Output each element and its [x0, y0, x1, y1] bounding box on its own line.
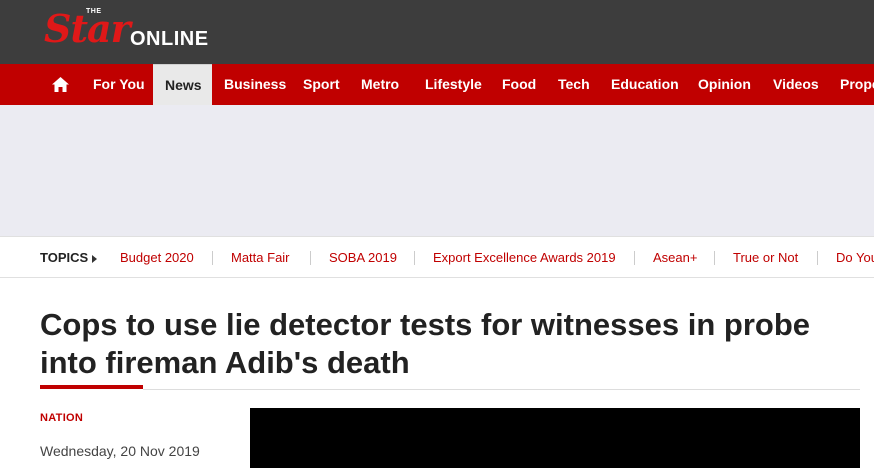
topic-divider	[714, 251, 715, 265]
topic-export-excellence-awards[interactable]: Export Excellence Awards 2019	[433, 237, 616, 277]
logo-online-text: ONLINE	[130, 28, 209, 50]
topic-true-or-not[interactable]: True or Not	[733, 237, 798, 277]
topic-budget-2020[interactable]: Budget 2020	[120, 237, 194, 277]
topic-divider	[310, 251, 311, 265]
topic-asean-plus[interactable]: Asean+	[653, 237, 697, 277]
main-nav: For You News Business Sport Metro Lifest…	[0, 64, 874, 105]
topic-divider	[212, 251, 213, 265]
nav-item-lifestyle[interactable]: Lifestyle	[413, 64, 494, 105]
nav-item-business[interactable]: Business	[212, 64, 298, 105]
ad-banner-placeholder	[0, 105, 874, 236]
topics-label[interactable]: TOPICS	[40, 237, 98, 277]
topic-divider	[817, 251, 818, 265]
article-date: Wednesday, 20 Nov 2019	[40, 443, 200, 459]
topics-label-text: TOPICS	[40, 250, 89, 265]
article-section-link[interactable]: NATION	[40, 412, 83, 424]
nav-item-videos[interactable]: Videos	[761, 64, 831, 105]
video-player[interactable]	[250, 408, 860, 468]
nav-item-education[interactable]: Education	[599, 64, 691, 105]
article-headline: Cops to use lie detector tests for witne…	[40, 307, 811, 380]
topic-divider	[414, 251, 415, 265]
caret-right-icon	[92, 254, 98, 263]
nav-item-property[interactable]: Prope	[828, 64, 874, 105]
headline-accent-underline	[40, 385, 143, 389]
nav-item-tech[interactable]: Tech	[546, 64, 602, 105]
nav-item-sport[interactable]: Sport	[291, 64, 352, 105]
topic-matta-fair[interactable]: Matta Fair	[231, 237, 290, 277]
home-icon	[51, 77, 69, 92]
nav-home-button[interactable]	[43, 64, 77, 105]
topic-soba-2019[interactable]: SOBA 2019	[329, 237, 397, 277]
nav-item-news[interactable]: News	[153, 64, 212, 105]
nav-item-for-you[interactable]: For You	[81, 64, 157, 105]
logo-the-text: THE	[86, 8, 102, 15]
site-header: Star THE ONLINE	[0, 0, 874, 64]
topic-do-you[interactable]: Do You	[836, 237, 874, 277]
nav-item-metro[interactable]: Metro	[349, 64, 411, 105]
nav-item-food[interactable]: Food	[490, 64, 548, 105]
topics-bar: TOPICS Budget 2020 Matta Fair SOBA 2019 …	[0, 236, 874, 278]
topic-divider	[634, 251, 635, 265]
headline-divider	[143, 389, 860, 390]
nav-item-opinion[interactable]: Opinion	[686, 64, 763, 105]
